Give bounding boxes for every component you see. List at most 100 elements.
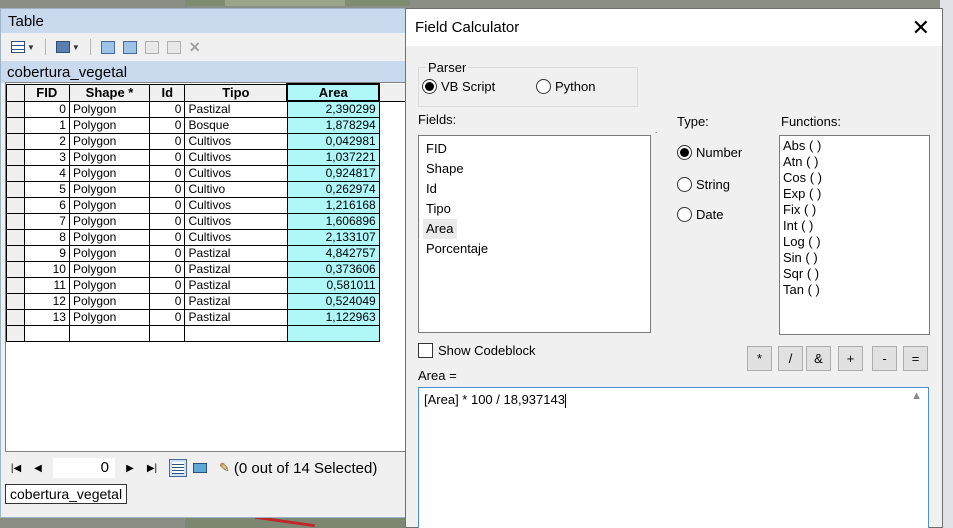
operator-subtract-button[interactable]: - (872, 346, 897, 371)
table-row[interactable]: 1 Polygon 0 Bosque 1,878294 (6, 116, 409, 134)
table-row[interactable]: 13 Polygon 0 Pastizal 1,122963 (6, 308, 409, 326)
parser-vbscript-radio[interactable]: VB Script (422, 79, 495, 94)
show-selected-records-button[interactable] (191, 459, 209, 477)
function-item[interactable]: Atn ( ) (780, 154, 929, 170)
table-row[interactable]: 7 Polygon 0 Cultivos 1,606896 (6, 212, 409, 230)
cell-shape: Polygon (68, 276, 151, 294)
operator-concatenate-button[interactable]: & (806, 346, 831, 371)
function-item[interactable]: Exp ( ) (780, 186, 929, 202)
table-row[interactable]: 2 Polygon 0 Cultivos 0,042981 (6, 132, 409, 150)
field-item[interactable]: Shape (419, 159, 650, 179)
field-item[interactable]: Porcentaje (419, 239, 650, 259)
cell-shape: Polygon (68, 228, 151, 246)
table-row[interactable]: 8 Polygon 0 Cultivos 2,133107 (6, 228, 409, 246)
function-item[interactable]: Tan ( ) (780, 282, 929, 298)
last-record-button[interactable]: ▶| (146, 463, 158, 474)
function-item[interactable]: Abs ( ) (780, 138, 929, 154)
field-item[interactable]: Id (419, 179, 650, 199)
row-selector[interactable] (6, 196, 25, 214)
tab-cobertura-vegetal[interactable]: cobertura_vegetal (5, 484, 128, 504)
column-header-tipo[interactable]: Tipo (184, 83, 288, 102)
table-row[interactable]: 12 Polygon 0 Pastizal 0,524049 (6, 292, 409, 310)
field-item[interactable]: Tipo (419, 199, 650, 219)
functions-list[interactable]: Abs ( ) Atn ( ) Cos ( ) Exp ( ) Fix ( ) … (779, 135, 930, 335)
table-row[interactable]: 0 Polygon 0 Pastizal 2,390299 (6, 100, 409, 118)
function-item[interactable]: Fix ( ) (780, 202, 929, 218)
table-row[interactable]: 9 Polygon 0 Pastizal 4,842757 (6, 244, 409, 262)
function-item[interactable]: Sin ( ) (780, 250, 929, 266)
record-index-input[interactable]: 0 (53, 458, 115, 478)
delete-selected-button[interactable]: ✕ (187, 38, 203, 56)
function-item[interactable]: Log ( ) (780, 234, 929, 250)
function-item[interactable]: Cos ( ) (780, 170, 929, 186)
row-selector[interactable] (6, 116, 25, 134)
toolbar-separator (44, 39, 46, 55)
type-number-radio[interactable]: Number (677, 145, 742, 160)
row-selector[interactable] (6, 228, 25, 246)
row-selector[interactable] (6, 260, 25, 278)
table-row[interactable]: 10 Polygon 0 Pastizal 0,373606 (6, 260, 409, 278)
cell-shape: Polygon (68, 164, 151, 182)
cell-tipo: Cultivos (184, 212, 288, 230)
previous-record-button[interactable]: ◀ (32, 463, 44, 474)
cell-empty (286, 324, 380, 342)
show-all-records-button[interactable] (169, 459, 187, 477)
table-row[interactable]: 3 Polygon 0 Cultivos 1,037221 (6, 148, 409, 166)
fields-list[interactable]: FID Shape Id Tipo Area Porcentaje (418, 135, 651, 333)
table-row[interactable]: 4 Polygon 0 Cultivos 0,924817 (6, 164, 409, 182)
checkbox-unchecked-icon (418, 343, 433, 358)
expression-input[interactable]: [Area] * 100 / 18,937143 ▲ (418, 387, 929, 528)
first-record-button[interactable]: |◀ (10, 463, 22, 474)
row-selector[interactable] (6, 212, 25, 230)
row-selector-header[interactable] (6, 83, 25, 102)
operator-equals-button[interactable]: = (903, 346, 928, 371)
show-codeblock-checkbox[interactable]: Show Codeblock (418, 343, 536, 358)
next-record-button[interactable]: ▶ (124, 463, 136, 474)
row-selector[interactable] (6, 132, 25, 150)
cell-shape: Polygon (68, 244, 151, 262)
row-selector[interactable] (6, 100, 25, 118)
table-window-title: Table (1, 9, 409, 33)
operator-divide-button[interactable]: / (778, 346, 803, 371)
clear-selection-button[interactable] (143, 38, 161, 56)
type-string-radio[interactable]: String (677, 177, 730, 192)
table-row[interactable]: 5 Polygon 0 Cultivo 0,262974 (6, 180, 409, 198)
switch-selection-button[interactable] (121, 38, 139, 56)
row-selector[interactable] (6, 164, 25, 182)
row-selector[interactable] (6, 180, 25, 198)
zoom-to-selected-button[interactable] (165, 38, 183, 56)
row-selector[interactable] (6, 292, 25, 310)
cell-shape: Polygon (68, 308, 151, 326)
field-item[interactable]: FID (419, 139, 650, 159)
close-icon[interactable]: ✕ (912, 16, 930, 39)
cell-fid: 1 (23, 116, 70, 134)
scroll-up-icon[interactable]: ▲ (911, 390, 922, 402)
cell-tipo: Cultivos (184, 148, 288, 166)
column-header-id[interactable]: Id (149, 83, 186, 102)
cell-id: 0 (149, 196, 186, 214)
operator-add-button[interactable]: + (838, 346, 863, 371)
cell-fid: 10 (23, 260, 70, 278)
row-selector[interactable] (6, 244, 25, 262)
column-header-fid[interactable]: FID (23, 83, 70, 102)
table-row[interactable]: 11 Polygon 0 Pastizal 0,581011 (6, 276, 409, 294)
table-options-button[interactable]: ▼ (9, 38, 37, 56)
operator-multiply-button[interactable]: * (747, 346, 772, 371)
related-tables-button[interactable]: ▼ (54, 38, 82, 56)
select-by-attributes-button[interactable] (99, 38, 117, 56)
row-selector[interactable] (6, 308, 25, 326)
cell-shape: Polygon (68, 260, 151, 278)
function-item[interactable]: Sqr ( ) (780, 266, 929, 282)
cell-area: 2,390299 (286, 100, 380, 118)
row-selector[interactable] (6, 148, 25, 166)
table-row[interactable]: 6 Polygon 0 Cultivos 1,216168 (6, 196, 409, 214)
row-selector[interactable] (6, 276, 25, 294)
radio-unselected-icon (536, 79, 551, 94)
type-date-radio[interactable]: Date (677, 207, 723, 222)
cell-empty (149, 324, 186, 342)
function-item[interactable]: Int ( ) (780, 218, 929, 234)
column-header-area[interactable]: Area (286, 83, 381, 102)
column-header-shape[interactable]: Shape * (68, 83, 151, 102)
parser-python-radio[interactable]: Python (536, 79, 595, 94)
field-item-highlighted[interactable]: Area (423, 219, 458, 239)
